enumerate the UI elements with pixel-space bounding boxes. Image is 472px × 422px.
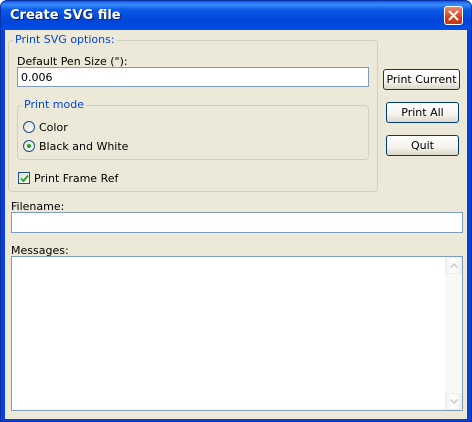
down-arrow-icon bbox=[450, 399, 458, 404]
radio-black-and-white[interactable]: Black and White bbox=[23, 139, 183, 153]
quit-button[interactable]: Quit bbox=[386, 135, 459, 156]
radio-color[interactable]: Color bbox=[23, 120, 143, 134]
scroll-up-button[interactable] bbox=[445, 257, 462, 274]
messages-scrollbar[interactable] bbox=[445, 257, 462, 410]
scroll-down-button[interactable] bbox=[445, 393, 462, 410]
up-arrow-icon bbox=[450, 263, 458, 268]
print-all-button[interactable]: Print All bbox=[386, 102, 459, 123]
messages-textarea[interactable] bbox=[11, 256, 463, 411]
print-frame-ref-checkbox[interactable] bbox=[18, 172, 30, 184]
dialog-window: Create SVG file Print SVG options: Defau… bbox=[0, 0, 472, 422]
radio-color-label: Color bbox=[39, 121, 68, 134]
print-frame-ref-label: Print Frame Ref bbox=[34, 172, 119, 185]
print-options-legend: Print SVG options: bbox=[13, 33, 117, 46]
print-frame-ref-checkbox-row[interactable]: Print Frame Ref bbox=[18, 171, 158, 185]
checkmark-icon bbox=[20, 174, 29, 183]
radio-bw-circle[interactable] bbox=[23, 140, 35, 152]
print-current-button[interactable]: Print Current bbox=[383, 69, 460, 90]
print-mode-legend: Print mode bbox=[22, 98, 86, 111]
radio-color-circle[interactable] bbox=[23, 121, 35, 133]
radio-bw-label: Black and White bbox=[39, 140, 129, 153]
pen-size-input[interactable]: 0.006 bbox=[17, 67, 369, 87]
filename-input[interactable] bbox=[11, 212, 463, 233]
close-button[interactable] bbox=[444, 6, 463, 25]
radio-selected-dot bbox=[27, 144, 31, 148]
window-title: Create SVG file bbox=[10, 8, 121, 23]
dialog-body: Print SVG options: Default Pen Size ("):… bbox=[5, 30, 467, 419]
pen-size-value: 0.006 bbox=[21, 71, 53, 84]
close-icon bbox=[448, 10, 459, 21]
title-bar[interactable]: Create SVG file bbox=[1, 1, 471, 30]
